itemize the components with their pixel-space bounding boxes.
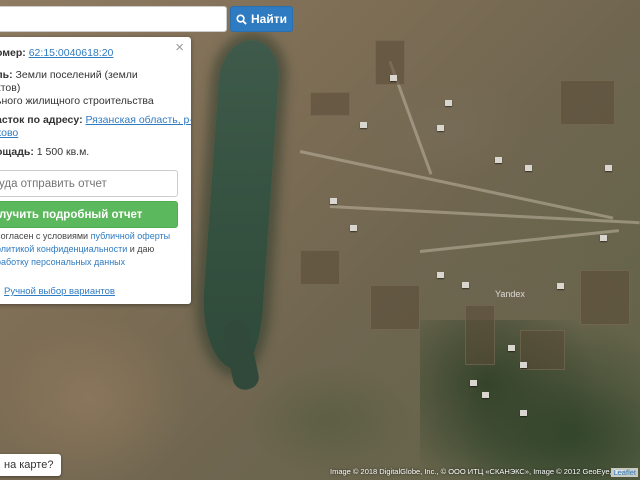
house <box>605 165 612 171</box>
address-row: асток по адресу: Рязанская область, р-н <box>0 114 191 127</box>
info-panel: × омер: 62:15:0040618:20 ль: Земли посел… <box>0 37 191 304</box>
house <box>390 75 397 81</box>
personal-data-link[interactable]: работку персональных данных <box>0 257 125 267</box>
privacy-policy-link[interactable]: олитикой конфиденциальности <box>0 244 127 254</box>
house <box>462 282 469 288</box>
house <box>600 235 607 241</box>
address-link-line2[interactable]: хово <box>0 127 18 139</box>
cadastre-label: омер: <box>0 47 26 59</box>
area-row: ощадь: 1 500 кв.м. <box>0 146 89 159</box>
email-field[interactable] <box>0 170 178 197</box>
house <box>520 410 527 416</box>
house <box>437 272 444 278</box>
category-label: ль: <box>0 69 13 81</box>
search-button-label: Найти <box>251 12 287 26</box>
house <box>525 165 532 171</box>
house <box>330 198 337 204</box>
consent-line2: олитикой конфиденциальности и даю <box>0 243 154 256</box>
search-input[interactable] <box>0 6 227 32</box>
land-plot <box>300 250 340 285</box>
house <box>350 225 357 231</box>
cadastre-number-link[interactable]: 62:15:0040618:20 <box>29 47 114 59</box>
land-plot <box>370 285 420 330</box>
road <box>299 150 614 220</box>
house <box>470 380 477 386</box>
road <box>419 229 620 253</box>
get-report-button[interactable]: лучить подробный отчет <box>0 201 178 228</box>
house <box>557 283 564 289</box>
category-row: ль: Земли поселений (земли <box>0 69 138 82</box>
land-plot <box>560 80 615 125</box>
area-value: 1 500 кв.м. <box>36 146 90 158</box>
map-question-button[interactable]: на карте? <box>0 454 62 476</box>
consent-text: согласен с условиями <box>0 231 89 241</box>
search-button[interactable]: Найти <box>230 6 293 32</box>
cadastre-row: омер: 62:15:0040618:20 <box>0 47 113 60</box>
offer-link[interactable]: публичной оферты <box>91 231 171 241</box>
category-value: Земли поселений (земли <box>15 69 138 81</box>
house <box>520 362 527 368</box>
yandex-watermark: Yandex <box>495 289 525 299</box>
search-icon <box>236 13 247 25</box>
consent-text: и даю <box>129 244 155 254</box>
land-plot <box>310 92 350 116</box>
house <box>508 345 515 351</box>
category-value-line3: ьного жилищного строительства <box>0 95 154 107</box>
house <box>437 125 444 131</box>
category-value-line2: ктов) <box>0 82 21 94</box>
address-link[interactable]: Рязанская область, р-н <box>86 114 191 126</box>
area-label: ощадь: <box>0 146 34 158</box>
map-attribution: Image © 2018 DigitalGlobe, Inc., © ООО И… <box>330 467 626 476</box>
address-line2: хово <box>0 127 18 140</box>
house <box>445 100 452 106</box>
consent-line1: согласен с условиями публичной оферты <box>0 230 170 243</box>
manual-selection-link[interactable]: Ручной выбор вариантов <box>4 286 115 297</box>
house <box>360 122 367 128</box>
close-icon[interactable]: × <box>175 40 184 56</box>
house <box>482 392 489 398</box>
land-plot <box>580 270 630 325</box>
consent-line3: работку персональных данных <box>0 256 125 269</box>
leaflet-link[interactable]: Leaflet <box>611 468 638 477</box>
address-label: асток по адресу: <box>0 114 83 126</box>
land-plot <box>465 305 495 365</box>
house <box>495 157 502 163</box>
